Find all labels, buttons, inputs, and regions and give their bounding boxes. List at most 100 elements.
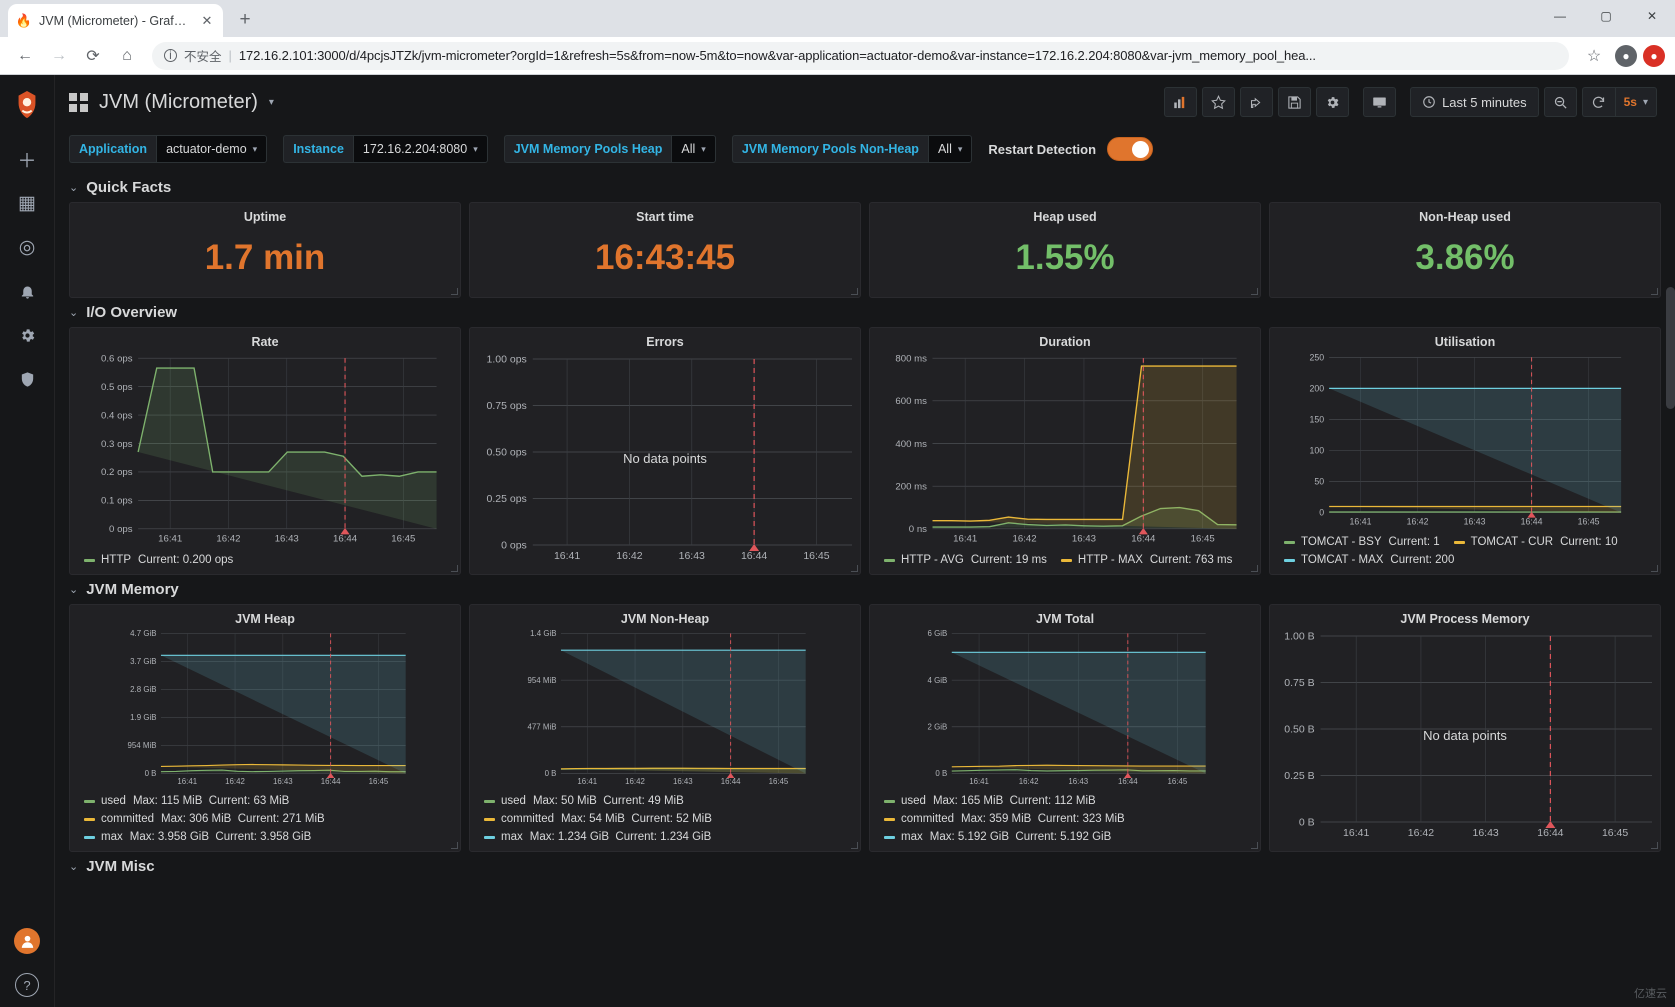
- panel-resize-handle[interactable]: [1651, 565, 1658, 572]
- legend-series[interactable]: max Max: 3.958 GiB Current: 3.958 GiB: [84, 829, 311, 846]
- legend-color-swatch: [884, 836, 895, 839]
- restart-detection-toggle[interactable]: [1107, 137, 1154, 161]
- panel-resize-handle[interactable]: [851, 565, 858, 572]
- legend-series[interactable]: max Max: 5.192 GiB Current: 5.192 GiB: [884, 829, 1111, 846]
- home-icon[interactable]: ⌂: [112, 41, 142, 71]
- save-dashboard-button[interactable]: [1278, 87, 1312, 117]
- variable-application-value[interactable]: actuator-demo ▾: [156, 135, 268, 163]
- legend-series[interactable]: HTTP - AVG Current: 19 ms: [884, 552, 1047, 569]
- scrollbar-thumb[interactable]: [1666, 287, 1675, 409]
- extension-icon[interactable]: ●: [1643, 44, 1665, 67]
- chevron-down-icon: ▾: [252, 143, 258, 154]
- chart-legend: [1270, 844, 1660, 851]
- window-close-icon[interactable]: ✕: [1629, 0, 1675, 32]
- legend-series[interactable]: used Max: 50 MiB Current: 49 MiB: [484, 793, 684, 810]
- legend-series[interactable]: used Max: 165 MiB Current: 112 MiB: [884, 793, 1096, 810]
- legend-series[interactable]: HTTP - MAX Current: 763 ms: [1060, 552, 1232, 569]
- panel-resize-handle[interactable]: [451, 842, 458, 849]
- time-range-picker[interactable]: Last 5 minutes: [1410, 87, 1539, 117]
- grafana-logo-icon[interactable]: [7, 85, 47, 125]
- mark-favorite-button[interactable]: [1202, 87, 1236, 117]
- svg-text:6 GiB: 6 GiB: [928, 629, 948, 638]
- dashboard-scrollbar[interactable]: [1666, 75, 1675, 1007]
- new-tab-button[interactable]: +: [231, 6, 259, 34]
- sidebar-item-alerting[interactable]: [0, 269, 55, 313]
- address-bar[interactable]: i 不安全 | 172.16.2.101:3000/d/4pcjsJTZk/jv…: [152, 41, 1569, 70]
- panel-resize-handle[interactable]: [451, 565, 458, 572]
- sidebar-item-help[interactable]: ?: [0, 963, 55, 1007]
- refresh-dashboard-button[interactable]: [1581, 87, 1615, 117]
- panel-resize-handle[interactable]: [451, 288, 458, 295]
- svg-text:16:41: 16:41: [1350, 516, 1372, 526]
- legend-color-swatch: [1453, 541, 1465, 544]
- row-header-io-overview[interactable]: ⌄ I/O Overview: [55, 298, 1675, 327]
- panel-duration[interactable]: Duration 0 ns 200 ms 400 ms 600 ms 800 ms 16:…: [869, 327, 1261, 575]
- variable-heap-pools-value[interactable]: All ▾: [671, 135, 716, 163]
- profile-avatar[interactable]: ●: [1615, 44, 1637, 67]
- legend-color-swatch: [84, 818, 95, 821]
- legend-series[interactable]: TOMCAT - MAX Current: 200: [1284, 552, 1454, 569]
- cycle-view-mode-button[interactable]: [1363, 87, 1397, 117]
- legend-series[interactable]: max Max: 1.234 GiB Current: 1.234 GiB: [484, 829, 711, 846]
- zoom-out-time-button[interactable]: [1543, 87, 1577, 117]
- svg-text:16:42: 16:42: [1013, 534, 1037, 545]
- row-header-jvm-memory[interactable]: ⌄ JVM Memory: [55, 575, 1675, 604]
- variable-nonheap-pools-value[interactable]: All ▾: [927, 135, 973, 163]
- panel-resize-handle[interactable]: [1251, 565, 1258, 572]
- sidebar-item-explore[interactable]: ◎: [0, 225, 55, 269]
- panel-resize-handle[interactable]: [1251, 842, 1258, 849]
- browser-tab[interactable]: 🔥 JVM (Micrometer) - Grafana ✕: [8, 4, 223, 37]
- legend-series-value: Max: 50 MiB Current: 49 MiB: [532, 795, 684, 807]
- sidebar-item-create[interactable]: ＋: [0, 137, 55, 181]
- close-icon[interactable]: ✕: [199, 13, 215, 29]
- panel-uptime[interactable]: Uptime 1.7 min: [69, 202, 461, 298]
- legend-series[interactable]: committed Max: 54 MiB Current: 52 MiB: [484, 811, 712, 828]
- legend-series[interactable]: TOMCAT - BSY Current: 1: [1284, 534, 1440, 551]
- row-title: Quick Facts: [86, 179, 172, 196]
- panel-resize-handle[interactable]: [1251, 288, 1258, 295]
- legend-series[interactable]: HTTP Current: 0.200 ops: [84, 552, 233, 569]
- minimize-icon[interactable]: —: [1537, 0, 1583, 32]
- panel-jvm-process-memory[interactable]: JVM Process Memory 0 B 0.25 B 0.50 B 0.75 B…: [1269, 604, 1661, 852]
- row-header-quick-facts[interactable]: ⌄ Quick Facts: [55, 173, 1675, 202]
- sidebar-item-server-admin[interactable]: [0, 357, 55, 401]
- forward-icon[interactable]: →: [44, 41, 74, 71]
- sidebar-item-user-profile[interactable]: [0, 919, 55, 963]
- panel-start-time[interactable]: Start time 16:43:45: [469, 202, 861, 298]
- panel-non-heap-used[interactable]: Non-Heap used 3.86%: [1269, 202, 1661, 298]
- row-header-jvm-misc[interactable]: ⌄ JVM Misc: [55, 852, 1675, 881]
- sidebar-item-configuration[interactable]: [0, 313, 55, 357]
- panel-jvm-heap[interactable]: JVM Heap 0 B 954 MiB 1.9 GiB 2.8 GiB 3.7 GiB…: [69, 604, 461, 852]
- panel-rate[interactable]: Rate 0 ops 0.1 ops 0.2 ops 0.3 ops 0.4 ops 0.…: [69, 327, 461, 575]
- legend-series[interactable]: used Max: 115 MiB Current: 63 MiB: [84, 793, 289, 810]
- back-icon[interactable]: ←: [10, 41, 40, 71]
- svg-text:50: 50: [1314, 477, 1324, 487]
- panel-errors[interactable]: Errors 0 ops 0.25 ops 0.50 ops 0.75 ops 1.00…: [469, 327, 861, 575]
- panel-utilisation[interactable]: Utilisation 0 50 100 150 200 250 16:41 16:42 16:…: [1269, 327, 1661, 575]
- dashboard-title-group[interactable]: JVM (Micrometer) ▾: [69, 91, 274, 114]
- panel-jvm-total[interactable]: JVM Total 0 B 2 GiB 4 GiB 6 GiB 16:41 16:42 16…: [869, 604, 1261, 852]
- panel-resize-handle[interactable]: [851, 842, 858, 849]
- share-dashboard-button[interactable]: [1240, 87, 1274, 117]
- maximize-icon[interactable]: ▢: [1583, 0, 1629, 32]
- legend-series[interactable]: committed Max: 306 MiB Current: 271 MiB: [84, 811, 325, 828]
- sidebar-item-dashboards[interactable]: ▦: [0, 181, 55, 225]
- chevron-down-icon[interactable]: ▾: [269, 97, 274, 108]
- add-panel-button[interactable]: [1164, 87, 1198, 117]
- panel-heap-used[interactable]: Heap used 1.55%: [869, 202, 1261, 298]
- svg-text:16:43: 16:43: [275, 534, 299, 545]
- legend-series[interactable]: TOMCAT - CUR Current: 10: [1453, 534, 1618, 551]
- bookmark-star-icon[interactable]: ☆: [1579, 41, 1609, 71]
- refresh-interval-picker[interactable]: 5s ▾: [1614, 87, 1657, 117]
- legend-series[interactable]: committed Max: 359 MiB Current: 323 MiB: [884, 811, 1125, 828]
- panel-title: Utilisation: [1434, 335, 1496, 349]
- dashboard-settings-button[interactable]: [1316, 87, 1350, 117]
- panel-resize-handle[interactable]: [851, 288, 858, 295]
- svg-text:100: 100: [1310, 446, 1325, 456]
- panel-jvm-non-heap[interactable]: JVM Non-Heap 0 B 477 MiB 954 MiB 1.4 GiB 16:…: [469, 604, 861, 852]
- panel-resize-handle[interactable]: [1651, 288, 1658, 295]
- row-title: JVM Misc: [86, 858, 155, 875]
- reload-icon[interactable]: ⟳: [78, 41, 108, 71]
- panel-resize-handle[interactable]: [1651, 842, 1658, 849]
- variable-instance-value[interactable]: 172.16.2.204:8080 ▾: [352, 135, 488, 163]
